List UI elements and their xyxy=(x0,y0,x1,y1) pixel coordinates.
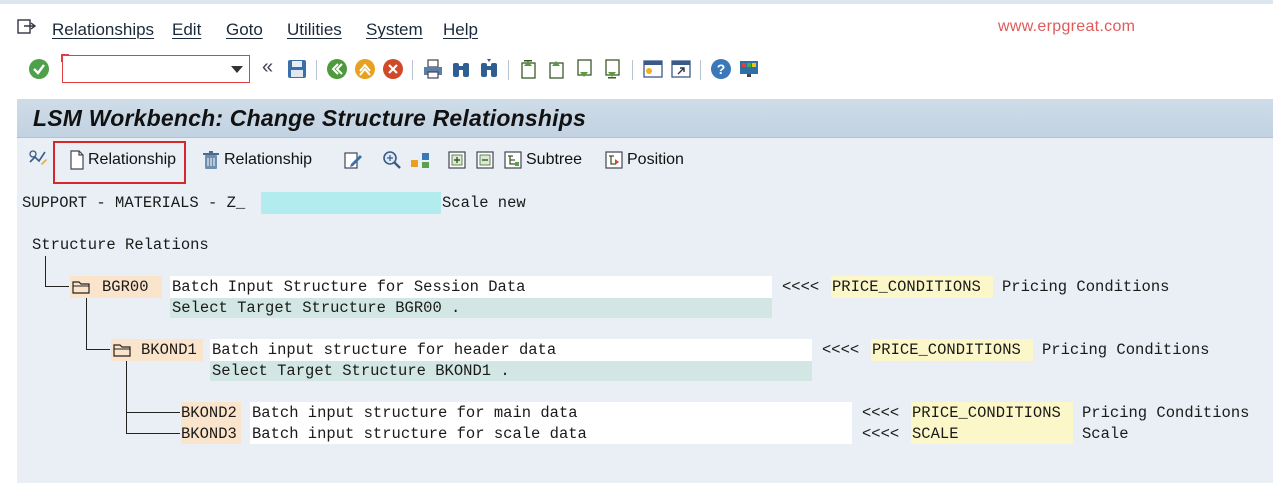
subtree-button[interactable]: Subtree xyxy=(503,146,582,174)
help-icon[interactable]: ? xyxy=(710,58,732,80)
menu-edit[interactable]: Edit xyxy=(172,20,201,40)
new-session-icon[interactable] xyxy=(642,58,664,80)
chevron-down-icon[interactable] xyxy=(231,66,243,73)
back-icon[interactable] xyxy=(326,58,348,80)
find-next-icon[interactable] xyxy=(478,58,500,80)
menu-bar: Relationships Edit Goto Utilities System… xyxy=(0,0,1273,50)
tree-node-bgr00[interactable]: BGR00 xyxy=(70,276,162,298)
expand-icon[interactable] xyxy=(447,150,467,170)
source-description: Pricing Conditions xyxy=(1082,404,1250,422)
source-structure[interactable]: PRICE_CONDITIONS xyxy=(832,278,981,296)
layout-icon[interactable] xyxy=(738,58,760,80)
shortcut-icon[interactable] xyxy=(670,58,692,80)
node-code: BKOND1 xyxy=(141,341,197,359)
source-description: Scale xyxy=(1082,425,1129,443)
object-name-redacted xyxy=(261,192,441,214)
menu-relationships[interactable]: Relationships xyxy=(52,20,154,40)
new-document-icon xyxy=(70,150,84,170)
display-change-icon[interactable] xyxy=(27,148,49,170)
collapse-tree-icon[interactable] xyxy=(475,150,495,170)
create-relationship-button[interactable]: Relationship xyxy=(69,146,176,174)
node-code: BGR00 xyxy=(102,278,149,296)
standard-toolbar: « ? xyxy=(0,50,1273,92)
subtree-label: Subtree xyxy=(526,151,583,168)
title-bar: LSM Workbench: Change Structure Relation… xyxy=(17,99,1273,138)
position-label: Position xyxy=(627,151,684,168)
subtree-icon xyxy=(504,151,522,169)
source-structure[interactable]: PRICE_CONDITIONS xyxy=(912,404,1061,422)
folder-icon xyxy=(72,281,90,294)
menu-exit-icon[interactable] xyxy=(16,18,36,36)
node-arrow: <<<< xyxy=(862,425,900,443)
object-suffix: Scale new xyxy=(442,194,526,212)
tree-root[interactable]: Structure Relations xyxy=(32,236,209,254)
position-button[interactable]: Position xyxy=(604,146,684,174)
hierarchy-icon[interactable] xyxy=(409,150,431,170)
first-page-icon[interactable] xyxy=(518,58,540,80)
source-description: Pricing Conditions xyxy=(1042,341,1210,359)
last-page-icon[interactable] xyxy=(602,58,624,80)
edit-icon[interactable] xyxy=(343,150,363,170)
object-prefix: SUPPORT - MATERIALS - Z_ xyxy=(22,194,246,212)
tree-node-bkond3[interactable]: BKOND3 xyxy=(181,423,241,444)
node-code: BKOND3 xyxy=(181,425,237,443)
node-arrow: <<<< xyxy=(862,404,900,422)
source-description: Pricing Conditions xyxy=(1002,278,1170,296)
select-target-prompt[interactable]: Select Target Structure BKOND1 . xyxy=(212,362,510,380)
watermark: www.erpgreat.com xyxy=(998,18,1136,35)
check-icon[interactable] xyxy=(28,58,50,80)
folder-icon xyxy=(113,344,131,357)
save-icon[interactable] xyxy=(286,58,308,80)
tree-node-bkond2[interactable]: BKOND2 xyxy=(181,402,241,423)
application-toolbar: Relationship Relationship Subtree Positi… xyxy=(17,138,1273,184)
menu-goto[interactable]: Goto xyxy=(226,20,263,40)
main-content: LSM Workbench: Change Structure Relation… xyxy=(17,99,1273,483)
print-icon[interactable] xyxy=(422,58,444,80)
delete-relationship-label: Relationship xyxy=(224,151,313,168)
tree-node-bkond1[interactable]: BKOND1 xyxy=(111,339,203,361)
create-relationship-label: Relationship xyxy=(88,151,177,168)
select-target-prompt[interactable]: Select Target Structure BGR00 . xyxy=(172,299,460,317)
node-code: BKOND2 xyxy=(181,404,237,422)
menu-utilities[interactable]: Utilities xyxy=(287,20,342,40)
position-icon xyxy=(605,151,623,169)
zoom-icon[interactable] xyxy=(381,150,403,170)
svg-text:?: ? xyxy=(717,61,726,77)
node-description: Batch input structure for main data xyxy=(252,404,578,422)
exit-icon[interactable] xyxy=(354,58,376,80)
menu-help[interactable]: Help xyxy=(443,20,478,40)
delete-relationship-button[interactable]: Relationship xyxy=(201,146,312,174)
next-page-icon[interactable] xyxy=(574,58,596,80)
command-field[interactable] xyxy=(61,54,250,83)
menu-system[interactable]: System xyxy=(366,20,423,40)
source-structure[interactable]: SCALE xyxy=(912,425,959,443)
collapse-icon[interactable]: « xyxy=(262,56,273,79)
find-icon[interactable] xyxy=(450,58,472,80)
node-arrow: <<<< xyxy=(822,341,860,359)
trash-icon xyxy=(203,151,219,169)
page-title: LSM Workbench: Change Structure Relation… xyxy=(33,105,586,131)
node-description: Batch input structure for header data xyxy=(212,341,557,359)
cancel-icon[interactable] xyxy=(382,58,404,80)
node-arrow: <<<< xyxy=(782,278,820,296)
node-description: Batch Input Structure for Session Data xyxy=(172,278,526,296)
source-structure[interactable]: PRICE_CONDITIONS xyxy=(872,341,1021,359)
previous-page-icon[interactable] xyxy=(546,58,568,80)
node-description: Batch input structure for scale data xyxy=(252,425,587,443)
